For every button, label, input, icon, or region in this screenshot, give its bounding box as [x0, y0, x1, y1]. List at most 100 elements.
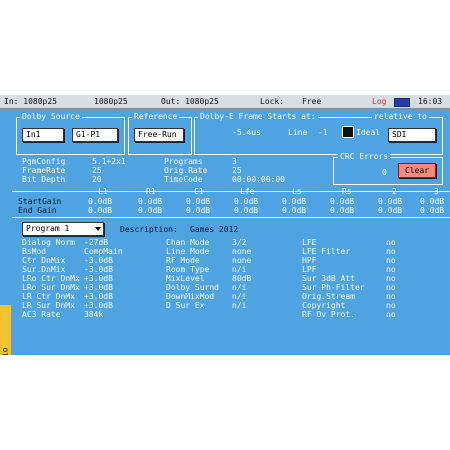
metadata-value: no [386, 274, 396, 283]
gain-cell: 0.0dB [234, 197, 259, 206]
crc-errors-title: CRC Errors [338, 152, 391, 161]
program-select[interactable]: Program 1 [22, 222, 104, 236]
gain-cell: 0.0dB [330, 206, 355, 215]
metadata-value: n/i [232, 301, 247, 310]
metadata-label: Dialog Norm [22, 238, 75, 247]
line-value: -1 [318, 128, 328, 137]
frame-rate-label: FrameRate [22, 166, 66, 175]
metadata-label: MixLevel [166, 274, 205, 283]
gain-cell: 0.0dB [282, 197, 307, 206]
metadata-label: Copyright [302, 301, 346, 310]
ideal-label: Ideal [356, 128, 381, 137]
gain-cell: 0.0dB [330, 197, 355, 206]
metadata-value: +3.0dB [84, 274, 113, 283]
metadata-value: 3/2 [232, 238, 247, 247]
metadata-label: LFE Filter [302, 247, 351, 256]
gain-cell: 0.0dB [186, 197, 211, 206]
gain-col-header: R1 [146, 187, 156, 196]
mid-format: 1080p25 [94, 97, 128, 106]
battery-icon [394, 98, 410, 107]
relative-to-title: relative to [372, 112, 429, 121]
metadata-value: n/i [232, 292, 247, 301]
gain-col-header: L1 [98, 187, 108, 196]
gain-cell: 0.0dB [282, 206, 307, 215]
gain-col-header: Rs [342, 187, 352, 196]
metadata-label: Ctr DnMix [22, 256, 66, 265]
pgm-config-value: 5.1+2x1 [92, 157, 126, 166]
relative-to-select[interactable]: SDI [388, 128, 436, 142]
frame-rate-value: 25 [92, 166, 102, 175]
metadata-value: 384k [84, 310, 104, 319]
programs-label: Programs [164, 157, 203, 166]
metadata-label: HPF [302, 256, 317, 265]
gain-col-header: Ls [292, 187, 302, 196]
metadata-label: Sur 3dB Att [302, 274, 355, 283]
gain-row-label: End Gain [18, 206, 57, 215]
metadata-label: Chan Mode [166, 238, 210, 247]
chevron-down-icon [95, 227, 101, 231]
gain-cell: 0.0dB [378, 197, 403, 206]
metadata-label: AC3 Rate [22, 310, 61, 319]
metadata-label: LPF [302, 265, 317, 274]
metadata-label: D Sur Ex [166, 301, 205, 310]
metadata-label: DownMixMod [166, 292, 215, 301]
metadata-label: LFE [302, 238, 317, 247]
description-label: Description: [120, 225, 178, 234]
lock-label: Lock: [260, 97, 285, 106]
metadata-value: n/i [232, 283, 247, 292]
metadata-value: 80dB [232, 274, 252, 283]
output-format: Out: 1080p25 [161, 97, 219, 106]
dolby-program-select[interactable]: G1-P1 [72, 128, 118, 142]
orig-rate-label: Orig.Rate [164, 166, 208, 175]
frame-start-title: Dolby-E Frame Starts at: [198, 112, 318, 121]
metadata-value: none [232, 247, 252, 256]
metadata-value: +3.0dB [84, 292, 113, 301]
gain-cell: 0.0dB [88, 197, 113, 206]
metadata-value: no [386, 256, 396, 265]
metadata-label: Sur.DnMix [22, 265, 66, 274]
bit-depth-value: 20 [92, 175, 102, 184]
metadata-value: -3.0dB [84, 256, 113, 265]
metadata-value: no [386, 292, 396, 301]
gain-cell: 0.0dB [138, 206, 163, 215]
description-value: Games 2012 [190, 225, 239, 234]
metadata-value: -3.0dB [84, 265, 113, 274]
reference-select[interactable]: Free-Run [134, 128, 184, 142]
metadata-label: Sur Ph-Filter [302, 283, 365, 292]
gain-cell: 0.0dB [88, 206, 113, 215]
dolby-input-select[interactable]: In1 [22, 128, 64, 142]
metadata-label: Room Type [166, 265, 210, 274]
gain-col-header: Lfe [240, 187, 255, 196]
line-label: Line [288, 128, 308, 137]
input-format: In: 1080p25 [4, 97, 57, 106]
clock-time: 16:03 [418, 97, 443, 106]
dolby-source-title: Dolby Source [20, 112, 82, 121]
crc-error-count: 0 [382, 168, 387, 177]
metadata-value: no [386, 310, 396, 319]
timecode-label: TimeCode [164, 175, 203, 184]
metadata-label: LRo Ctr DnMx [22, 274, 80, 283]
lock-value: Free [302, 97, 322, 106]
metadata-label: LR Ctr DnMx [22, 292, 75, 301]
metadata-value: no [386, 265, 396, 274]
log-indicator[interactable]: Log [372, 97, 386, 106]
bit-depth-label: Bit Depth [22, 175, 66, 184]
audio-side-tab[interactable]: Audio [0, 305, 11, 355]
metadata-label: BsMod [22, 247, 47, 256]
metadata-value: no [386, 283, 396, 292]
metadata-value: +3.0dB [84, 301, 113, 310]
crc-clear-button[interactable]: Clear [398, 163, 436, 178]
dolby-status-screen: In: 1080p25 1080p25 Out: 1080p25 Lock: F… [0, 95, 450, 355]
metadata-value: n/i [232, 265, 247, 274]
ideal-checkbox[interactable] [342, 126, 354, 138]
metadata-label: RF Mode [166, 256, 200, 265]
metadata-label: LRo Sur DnMx [22, 283, 80, 292]
audio-side-tab-label: Audio [1, 337, 10, 355]
metadata-label: Line Mode [166, 247, 210, 256]
orig-rate-value: 25 [232, 166, 242, 175]
gain-col-header: C1 [194, 187, 204, 196]
metadata-value: no [386, 247, 396, 256]
gain-cell: 0.0dB [234, 206, 259, 215]
metadata-label: Dolby Surnd [166, 283, 219, 292]
programs-value: 3 [232, 157, 237, 166]
